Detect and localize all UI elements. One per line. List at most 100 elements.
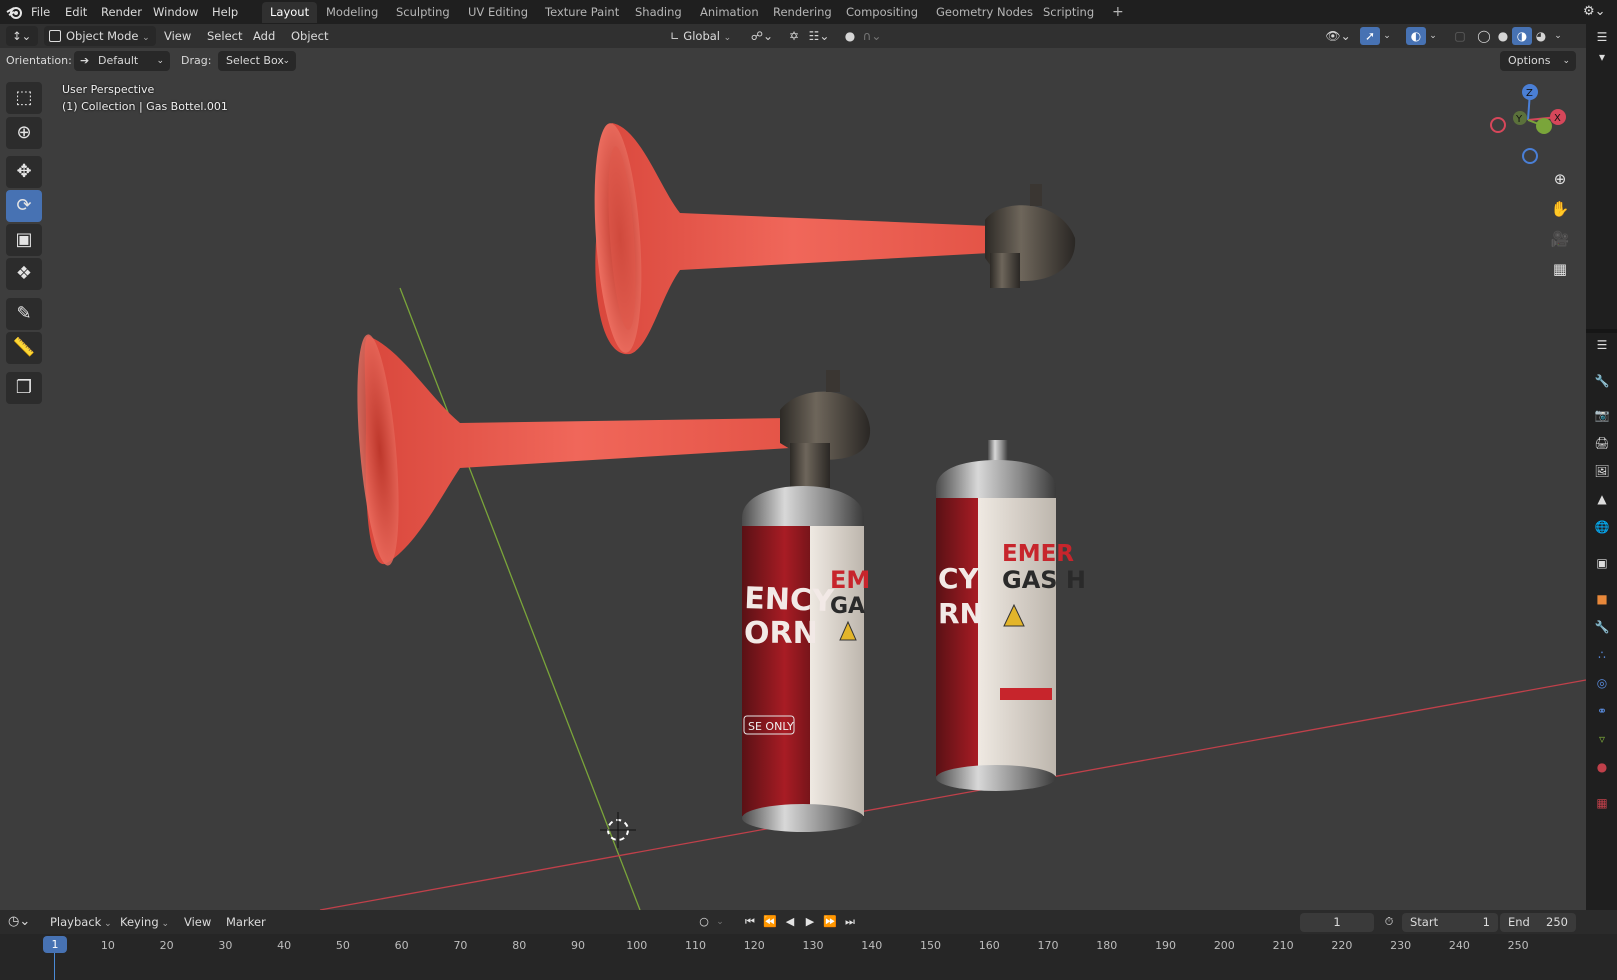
proportional-editing-icon[interactable]: ● xyxy=(840,27,860,45)
xray-toggle-icon[interactable]: ▢ xyxy=(1450,27,1470,45)
scene-props-icon[interactable]: ▲ xyxy=(1591,488,1613,510)
3d-viewport[interactable]: ENCY ORN EM GA SE ONLY EMER GAS H CY RN … xyxy=(0,48,1586,910)
timeline-editor-type-icon[interactable]: ◷⌄ xyxy=(8,913,36,931)
camera-view-icon[interactable]: 🎥 xyxy=(1547,226,1573,252)
tab-uv-editing[interactable]: UV Editing xyxy=(460,2,536,23)
auto-keying-dropdown-icon[interactable]: ⌄ xyxy=(712,913,728,931)
render-props-icon[interactable]: 📷 xyxy=(1591,404,1613,426)
auto-keying-icon[interactable]: ○ xyxy=(696,913,712,931)
tab-rendering[interactable]: Rendering xyxy=(765,2,840,23)
navigation-gizmo[interactable]: Z X Y xyxy=(1488,80,1568,164)
outliner-filter-icon[interactable]: ▾ xyxy=(1591,46,1613,68)
preview-range-clock-icon[interactable]: ⏱ xyxy=(1381,913,1397,931)
tab-texture-paint[interactable]: Texture Paint xyxy=(537,2,627,23)
menu-select[interactable]: Select xyxy=(201,26,248,46)
overlays-toggle-icon[interactable]: ◐ xyxy=(1406,27,1426,45)
material-props-icon[interactable]: ● xyxy=(1591,756,1613,778)
menu-object[interactable]: Object xyxy=(285,26,334,46)
tab-sculpting[interactable]: Sculpting xyxy=(388,2,458,23)
shading-wireframe-icon[interactable]: ◯ xyxy=(1474,27,1494,45)
output-props-icon[interactable]: 🖨 xyxy=(1591,432,1613,454)
menu-file[interactable]: File xyxy=(26,3,55,21)
particles-props-icon[interactable]: ∴ xyxy=(1591,644,1613,666)
options-dropdown[interactable]: Options ⌄ xyxy=(1500,51,1576,71)
timeline-tick: 90 xyxy=(570,939,585,952)
scale-tool-icon[interactable]: ▣ xyxy=(6,224,42,256)
shading-dropdown-icon[interactable]: ⌄ xyxy=(1551,27,1565,45)
pivot-point-icon[interactable]: ☍⌄ xyxy=(748,27,776,45)
overlays-dropdown-icon[interactable]: ⌄ xyxy=(1426,27,1440,45)
gizmo-toggle-icon[interactable]: ➚ xyxy=(1360,27,1380,45)
zoom-icon[interactable]: ⊕ xyxy=(1547,166,1573,192)
move-tool-icon[interactable]: ✥ xyxy=(6,156,42,188)
blender-logo-icon[interactable] xyxy=(6,3,24,21)
properties-editor-icon[interactable]: ☰ xyxy=(1591,334,1613,356)
jump-end-icon[interactable]: ⏭ xyxy=(842,913,858,931)
tab-scripting[interactable]: Scripting xyxy=(1035,2,1102,23)
snap-toggle-icon[interactable]: ✡ xyxy=(784,27,804,45)
object-props-icon[interactable]: ■ xyxy=(1591,588,1613,610)
scene-icon[interactable]: ⚙⌄ xyxy=(1583,2,1613,22)
jump-prev-keyframe-icon[interactable]: ⏪ xyxy=(762,913,778,931)
shading-solid-icon[interactable]: ● xyxy=(1493,27,1513,45)
visibility-icon[interactable]: 👁⌄ xyxy=(1324,27,1352,45)
play-icon[interactable]: ▶ xyxy=(802,913,818,931)
rotate-tool-icon[interactable]: ⟳ xyxy=(6,190,42,222)
current-frame-field[interactable]: 1 xyxy=(1300,913,1374,932)
tool-props-icon[interactable]: 🔧 xyxy=(1591,370,1613,392)
tab-shading[interactable]: Shading xyxy=(627,2,690,23)
transform-tool-icon[interactable]: ❖ xyxy=(6,258,42,290)
tab-compositing[interactable]: Compositing xyxy=(838,2,926,23)
proportional-falloff-icon[interactable]: ∩⌄ xyxy=(862,27,882,45)
start-frame-field[interactable]: Start 1 xyxy=(1402,913,1498,932)
orientation-dropdown[interactable]: ➔ Default ⌄ xyxy=(74,51,170,71)
annotate-tool-icon[interactable]: ✎ xyxy=(6,298,42,330)
drag-dropdown[interactable]: Select Box ⌄ xyxy=(218,51,296,71)
end-frame-field[interactable]: End 250 xyxy=(1500,913,1576,932)
menu-render[interactable]: Render xyxy=(96,3,147,21)
transform-orientation-dropdown[interactable]: ∟ Global xyxy=(664,26,737,46)
menu-add[interactable]: Add xyxy=(247,26,281,46)
add-workspace-button[interactable]: + xyxy=(1104,2,1132,23)
editor-type-button[interactable]: ↕⌄ xyxy=(6,26,38,46)
tab-modeling[interactable]: Modeling xyxy=(318,2,386,23)
menu-window[interactable]: Window xyxy=(148,3,203,21)
tab-animation[interactable]: Animation xyxy=(692,2,767,23)
shading-material-icon[interactable]: ◑ xyxy=(1512,27,1532,45)
orientation-axes-icon: ∟ xyxy=(670,29,684,43)
modifier-props-icon[interactable]: 🔧 xyxy=(1591,616,1613,638)
timeline-ruler[interactable]: 10 20 30 40 50 60 70 80 90 100 110 120 130 140 150 160 1… xyxy=(0,934,1617,980)
cursor-tool-icon[interactable]: ⊕ xyxy=(6,117,42,149)
tab-layout[interactable]: Layout xyxy=(262,2,318,23)
mode-dropdown[interactable]: Object Mode xyxy=(44,26,156,46)
play-reverse-icon[interactable]: ◀ xyxy=(782,913,798,931)
select-box-tool-icon[interactable]: ⬚ xyxy=(6,82,42,114)
jump-start-icon[interactable]: ⏮ xyxy=(742,913,758,931)
physics-props-icon[interactable]: ◎ xyxy=(1591,672,1613,694)
snap-target-icon[interactable]: ☷⌄ xyxy=(806,27,832,45)
pan-hand-icon[interactable]: ✋ xyxy=(1547,196,1573,222)
view-layer-props-icon[interactable]: 🖼 xyxy=(1591,460,1613,482)
collection-props-icon[interactable]: ▣ xyxy=(1591,552,1613,574)
jump-next-keyframe-icon[interactable]: ⏩ xyxy=(822,913,838,931)
add-cube-tool-icon[interactable]: ❐ xyxy=(6,372,42,404)
playhead[interactable]: 1 xyxy=(43,936,67,953)
menu-edit[interactable]: Edit xyxy=(60,3,92,21)
constraints-props-icon[interactable]: ⚭ xyxy=(1591,700,1613,722)
tab-geometry-nodes[interactable]: Geometry Nodes xyxy=(928,2,1041,23)
orientation-label: Orientation: xyxy=(6,54,72,67)
menu-view[interactable]: View xyxy=(158,26,197,46)
world-props-icon[interactable]: 🌐 xyxy=(1591,516,1613,538)
perspective-grid-icon[interactable]: ▦ xyxy=(1547,256,1573,282)
menu-timeline-view[interactable]: View xyxy=(178,912,217,932)
measure-tool-icon[interactable]: 📏 xyxy=(6,332,42,364)
shading-rendered-icon[interactable]: ◕ xyxy=(1531,27,1551,45)
menu-playback[interactable]: Playback xyxy=(44,912,118,932)
gizmo-dropdown-icon[interactable]: ⌄ xyxy=(1380,27,1394,45)
texture-props-icon[interactable]: ▦ xyxy=(1591,792,1613,814)
menu-marker[interactable]: Marker xyxy=(220,912,272,932)
menu-keying[interactable]: Keying xyxy=(114,912,175,932)
outliner-icon[interactable]: ☰ xyxy=(1591,26,1613,48)
data-props-icon[interactable]: ▿ xyxy=(1591,728,1613,750)
menu-help[interactable]: Help xyxy=(207,3,243,21)
